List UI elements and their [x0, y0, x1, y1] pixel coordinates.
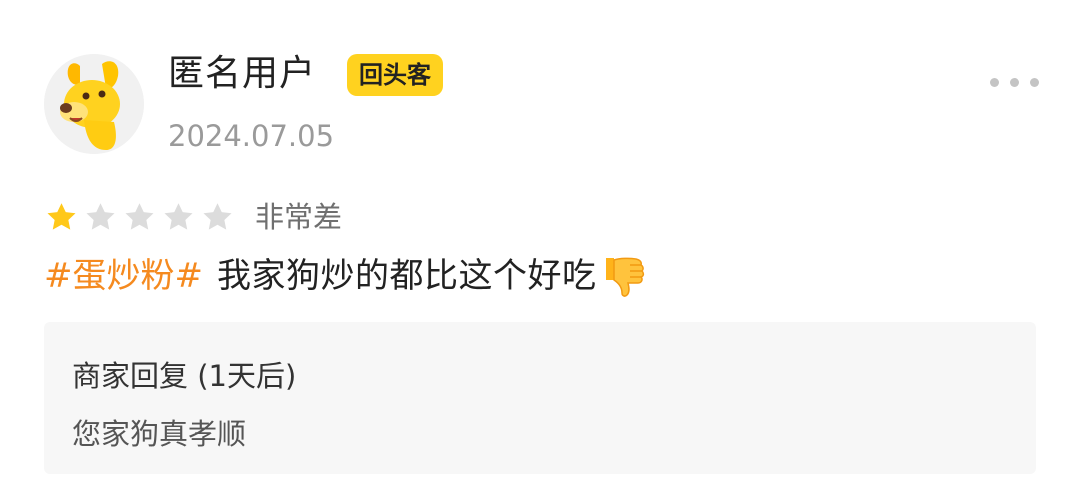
rating-label: 非常差 — [255, 200, 343, 234]
more-dots-icon — [1030, 77, 1039, 87]
star-rating: 非常差 — [44, 196, 342, 238]
star-empty-icon — [122, 200, 157, 235]
username[interactable]: 匿名用户 — [168, 50, 316, 98]
review-text: 我家狗炒的都比这个好吃 — [216, 256, 597, 296]
avatar[interactable] — [44, 54, 144, 154]
hashtag-link[interactable]: #蛋炒粉# — [44, 250, 203, 302]
review-card: 匿名用户 回头客 2024.07.05 非常差 #蛋炒粉# 我家狗炒的都比这个好… — [0, 0, 1080, 480]
star-empty-icon — [83, 200, 118, 235]
returning-customer-badge: 回头客 — [347, 54, 443, 96]
star-empty-icon — [200, 200, 235, 235]
merchant-reply-title: 商家回复 (1天后) — [72, 359, 297, 393]
more-dots-icon — [1010, 77, 1019, 87]
more-dots-icon — [990, 77, 999, 87]
merchant-reply-text: 您家狗真孝顺 — [72, 417, 247, 451]
thumbs-down-icon — [600, 252, 648, 300]
more-options-button[interactable] — [990, 70, 1050, 94]
star-filled-icon — [44, 200, 79, 235]
review-date: 2024.07.05 — [168, 119, 335, 153]
star-empty-icon — [161, 200, 196, 235]
yellow-dog-icon — [44, 54, 144, 154]
merchant-reply: 商家回复 (1天后) 您家狗真孝顺 — [44, 322, 1036, 474]
review-content: #蛋炒粉# 我家狗炒的都比这个好吃 — [44, 250, 648, 302]
